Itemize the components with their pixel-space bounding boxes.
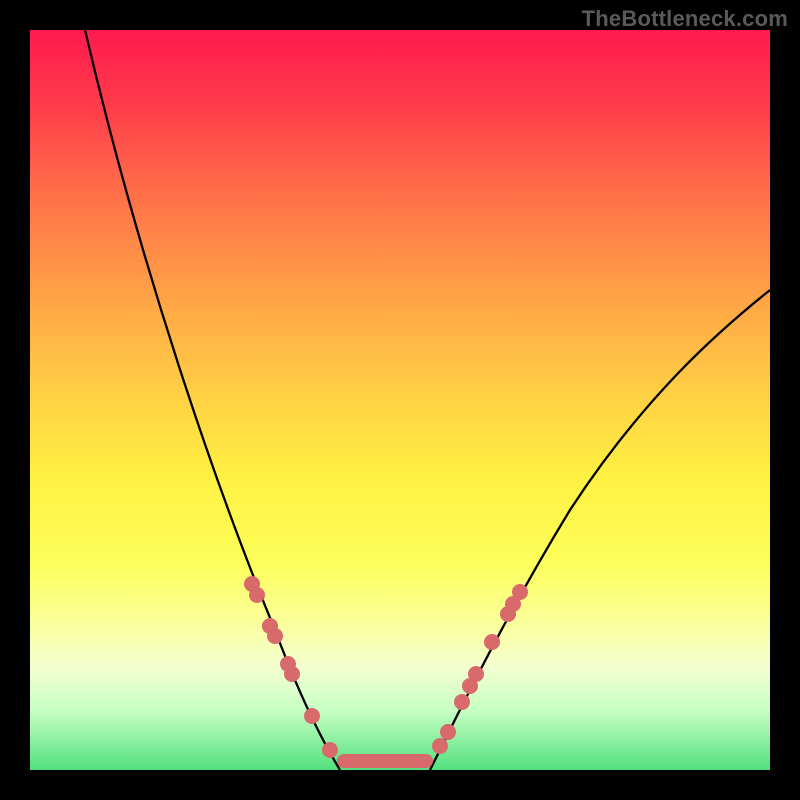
marker-dot <box>432 738 448 754</box>
plot-area <box>30 30 770 770</box>
markers-right <box>432 584 528 754</box>
chart-svg <box>30 30 770 770</box>
marker-dot <box>440 724 456 740</box>
marker-dot <box>322 742 338 758</box>
chart-frame: TheBottleneck.com <box>0 0 800 800</box>
marker-dot <box>468 666 484 682</box>
marker-dot <box>484 634 500 650</box>
marker-dot <box>454 694 470 710</box>
right-curve <box>430 290 770 770</box>
marker-dot <box>284 666 300 682</box>
marker-dot <box>304 708 320 724</box>
marker-dot <box>267 628 283 644</box>
marker-dot <box>512 584 528 600</box>
watermark-text: TheBottleneck.com <box>582 6 788 32</box>
markers-left <box>244 576 338 758</box>
left-curve <box>85 30 340 770</box>
marker-dot <box>249 587 265 603</box>
